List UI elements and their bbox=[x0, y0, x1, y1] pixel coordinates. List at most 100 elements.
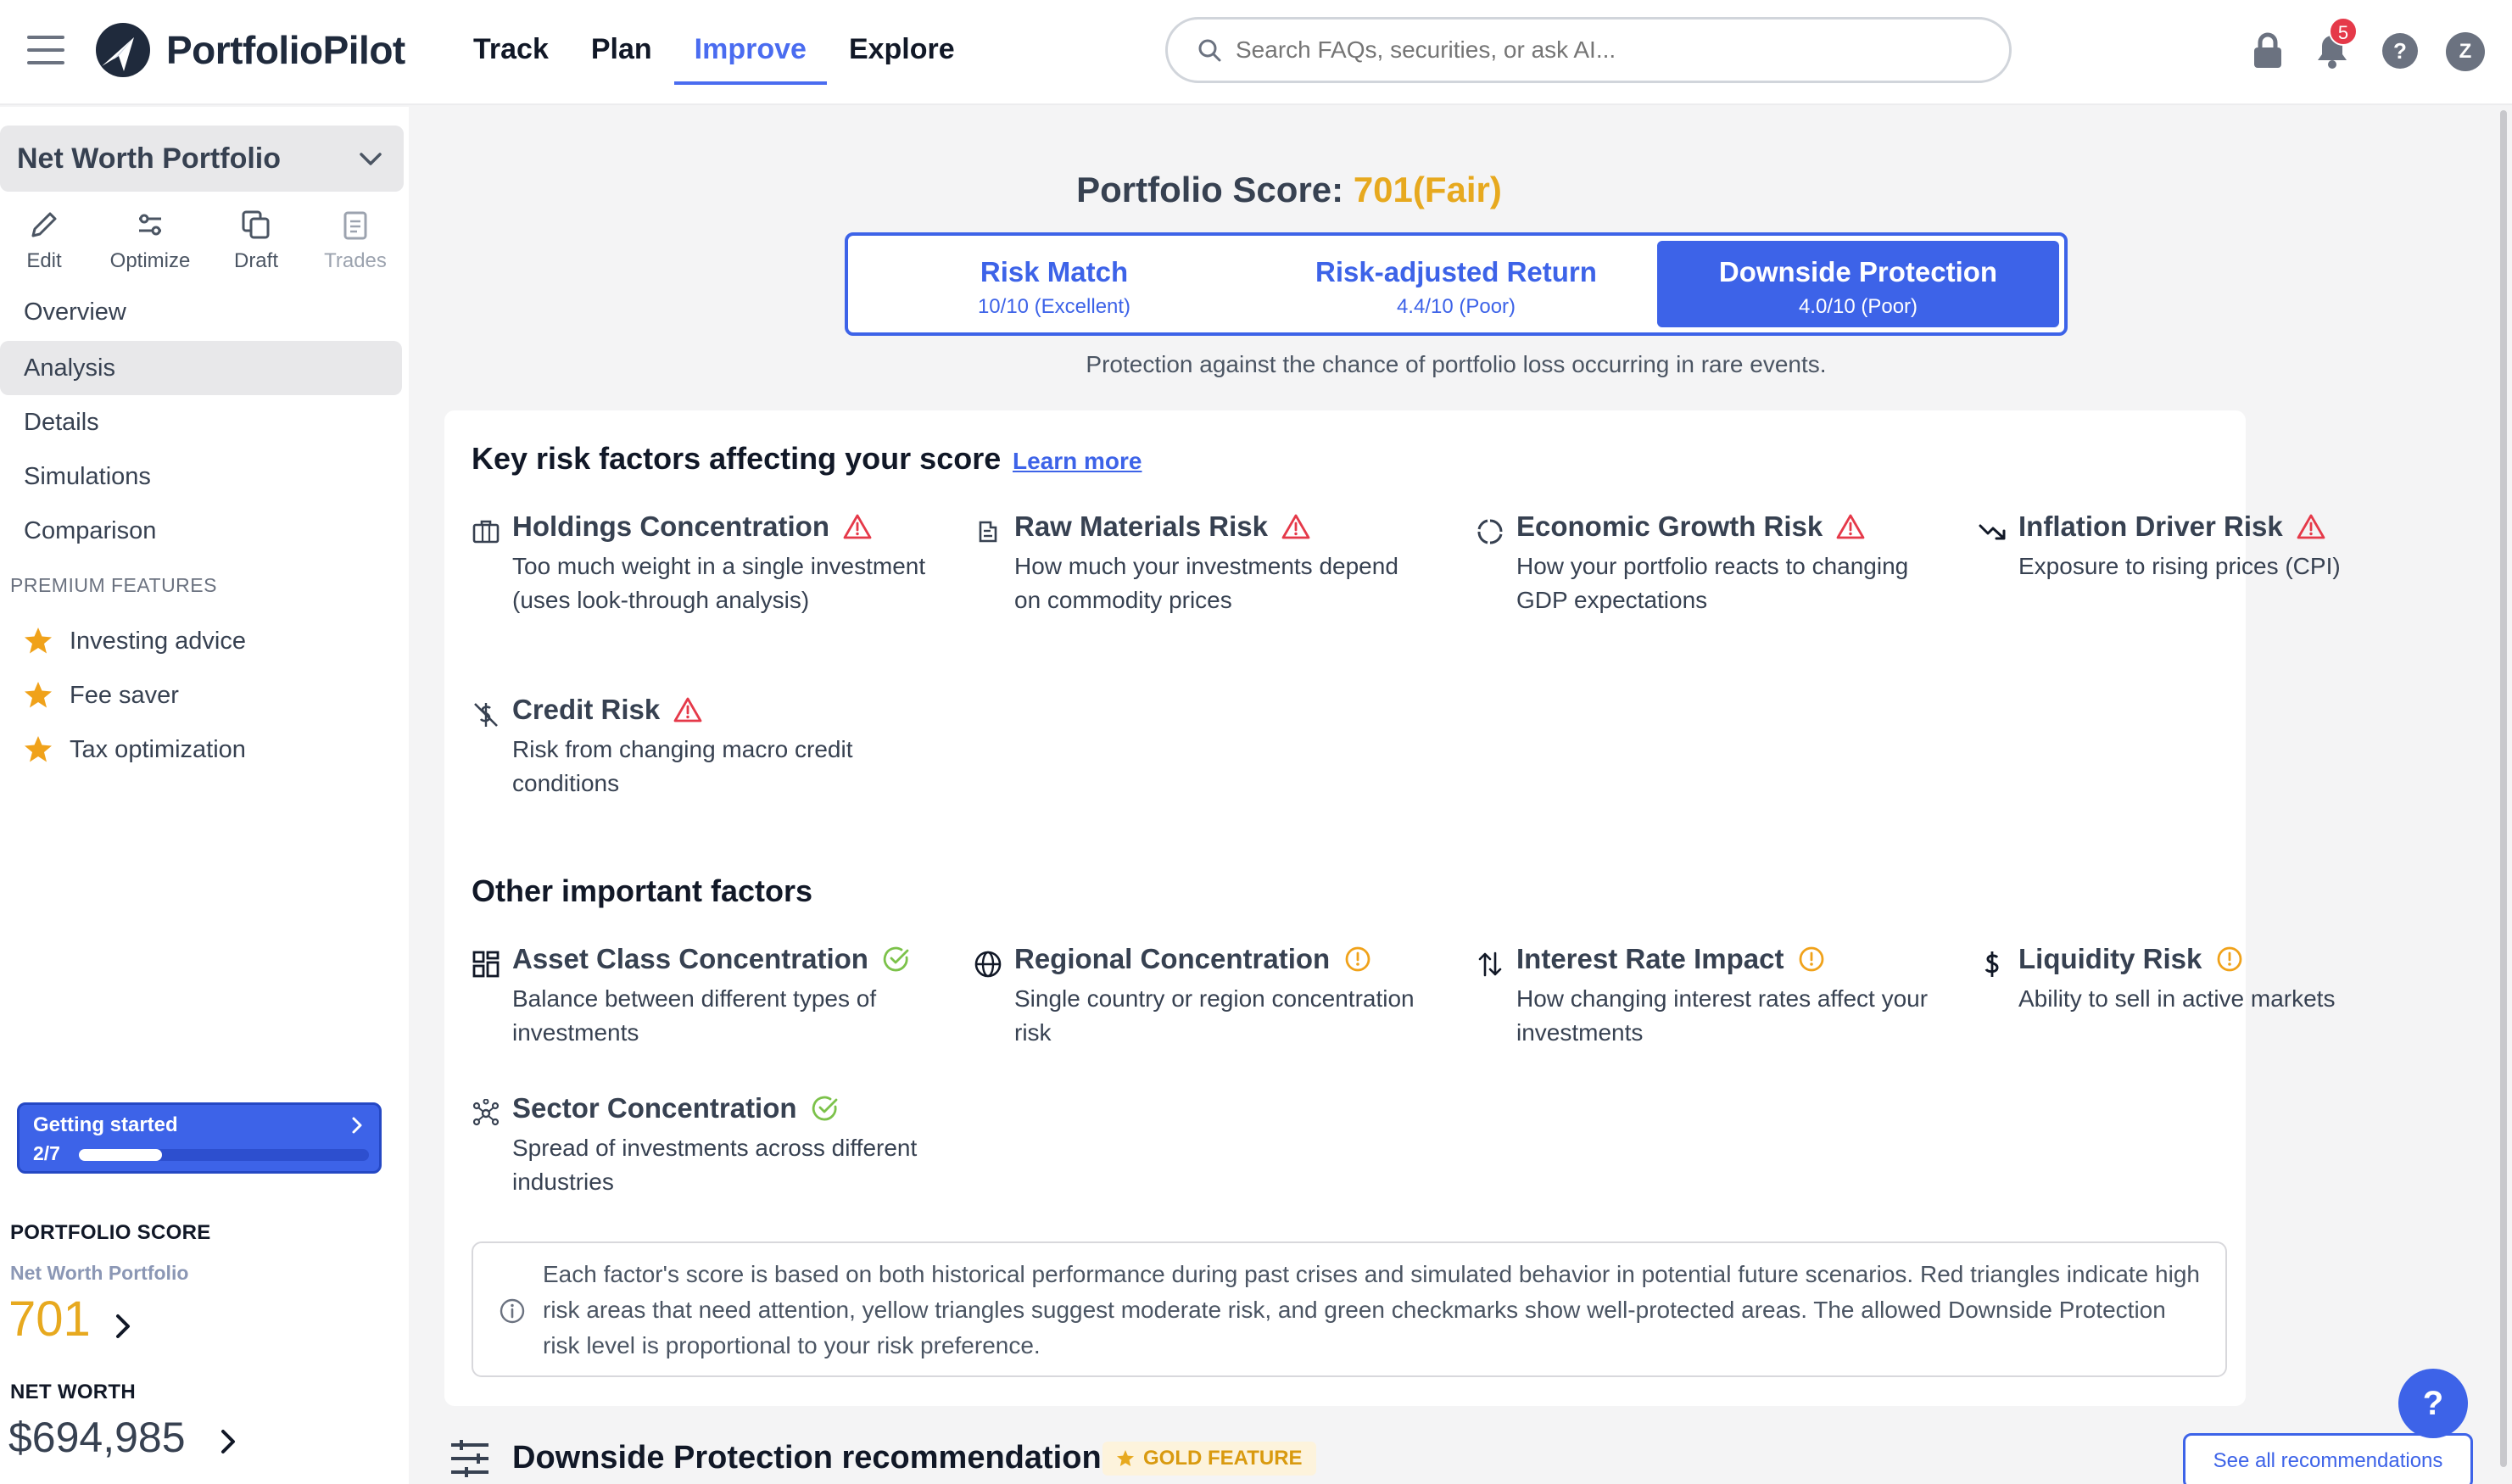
sidebar: Net Worth Portfolio Edit Optimize Draft … bbox=[0, 107, 409, 1484]
brand-logo[interactable]: PortfolioPilot bbox=[95, 22, 405, 78]
chevron-right-icon bbox=[352, 1117, 362, 1134]
sidebar-item-comparison[interactable]: Comparison bbox=[0, 504, 402, 558]
sliders-icon bbox=[139, 214, 161, 236]
copy-icon bbox=[242, 210, 270, 239]
learn-more-link[interactable]: Learn more bbox=[1013, 448, 1142, 475]
gold-feature-badge: GOLD FEATURE bbox=[1102, 1442, 1316, 1476]
tab-title: Risk Match bbox=[980, 256, 1129, 287]
nav-explore[interactable]: Explore bbox=[829, 0, 975, 85]
gold-feature-label: GOLD FEATURE bbox=[1143, 1447, 1303, 1470]
warning-triangle-icon bbox=[1836, 514, 1865, 539]
premium-features-title: PREMIUM FEATURES bbox=[10, 574, 217, 596]
fee-saver-label: Fee saver bbox=[70, 681, 179, 709]
trades-button: Trades bbox=[317, 207, 394, 273]
score-rating: (Fair) bbox=[1412, 170, 1502, 209]
tab-subtitle: 4.0/10 (Poor) bbox=[1798, 295, 1918, 318]
star-icon bbox=[1117, 1450, 1134, 1466]
trend-down-icon bbox=[1979, 524, 2006, 540]
optimize-button[interactable]: Optimize bbox=[102, 207, 198, 273]
nav-improve[interactable]: Improve bbox=[673, 0, 828, 85]
draft-button[interactable]: Draft bbox=[226, 207, 287, 273]
tax-optimization-label: Tax optimization bbox=[70, 735, 246, 763]
star-icon bbox=[25, 682, 52, 708]
tab-subtitle: 10/10 (Excellent) bbox=[977, 295, 1131, 318]
warning-triangle-icon bbox=[2297, 514, 2325, 539]
tab-title: Downside Protection bbox=[1718, 256, 1998, 287]
search-input[interactable] bbox=[1236, 36, 1999, 64]
risk-factors-card: Key risk factors affecting your score Le… bbox=[444, 410, 2341, 1406]
portfolio-score-value[interactable]: 701 bbox=[8, 1291, 91, 1347]
factor-name: Interest Rate Impact bbox=[1516, 943, 1784, 974]
briefcase-icon bbox=[472, 520, 500, 544]
net-worth-value[interactable]: $694,985 bbox=[8, 1413, 186, 1462]
sidebar-item-analysis[interactable]: Analysis bbox=[0, 341, 402, 395]
sidebar-item-tax-optimization[interactable]: Tax optimization bbox=[22, 724, 246, 775]
info-icon bbox=[500, 1298, 525, 1324]
getting-started-progress bbox=[79, 1149, 369, 1161]
avatar[interactable]: Z bbox=[2446, 32, 2485, 71]
menu-icon[interactable] bbox=[27, 36, 64, 66]
net-worth-title: NET WORTH bbox=[10, 1381, 137, 1403]
help-chat-button[interactable]: ? bbox=[2398, 1369, 2468, 1438]
check-circle-icon bbox=[812, 1096, 837, 1121]
factor-name: Asset Class Concentration bbox=[512, 943, 868, 974]
tab-risk-adjusted-return[interactable]: Risk-adjusted Return 4.4/10 (Poor) bbox=[1255, 241, 1657, 327]
no-dollar-icon bbox=[474, 703, 498, 727]
factor-name: Regional Concentration bbox=[1014, 943, 1331, 974]
materials-icon bbox=[979, 521, 997, 543]
draft-label: Draft bbox=[233, 249, 278, 272]
portfolio-name: Net Worth Portfolio bbox=[17, 142, 281, 175]
factor-description: How changing interest rates affect your … bbox=[1516, 985, 1929, 1046]
chevron-right-icon[interactable] bbox=[215, 1426, 241, 1457]
portfolio-tools: Edit Optimize Draft Trades bbox=[0, 207, 409, 280]
factor-name: Raw Materials Risk bbox=[1014, 510, 1268, 542]
factor-name: Liquidity Risk bbox=[2018, 943, 2202, 974]
factor-name: Credit Risk bbox=[512, 694, 661, 725]
star-icon bbox=[25, 628, 52, 654]
factor-description: Ability to sell in active markets bbox=[2018, 985, 2336, 1012]
chevron-down-icon bbox=[360, 153, 382, 165]
alert-circle-icon bbox=[1800, 946, 1824, 972]
optimize-label: Optimize bbox=[109, 249, 191, 272]
tab-risk-match[interactable]: Risk Match 10/10 (Excellent) bbox=[853, 241, 1255, 327]
edit-button[interactable]: Edit bbox=[19, 207, 70, 273]
recommendations-header: Downside Protection recommendations GOLD… bbox=[449, 1425, 2473, 1484]
factor-description: Risk from changing macro credit conditio… bbox=[512, 736, 853, 796]
factor-name: Holdings Concentration bbox=[512, 510, 829, 542]
top-header: PortfolioPilot Track Plan Improve Explor… bbox=[0, 0, 2512, 105]
tab-subtitle: 4.4/10 (Poor) bbox=[1396, 295, 1516, 318]
sidebar-item-fee-saver[interactable]: Fee saver bbox=[22, 670, 179, 721]
warning-triangle-icon bbox=[673, 697, 702, 722]
grid-icon bbox=[472, 951, 500, 978]
factor-name: Economic Growth Risk bbox=[1516, 510, 1823, 542]
factor-description: How much your investments depend on comm… bbox=[1014, 553, 1398, 613]
factor-description: Spread of investments across different i… bbox=[512, 1135, 918, 1195]
warning-triangle-icon bbox=[1281, 514, 1310, 539]
tab-downside-protection[interactable]: Downside Protection 4.0/10 (Poor) bbox=[1657, 241, 2059, 327]
getting-started-count: 2/7 bbox=[33, 1142, 60, 1164]
alert-circle-icon bbox=[1345, 946, 1370, 972]
see-all-recommendations-button[interactable]: See all recommendations bbox=[2183, 1433, 2473, 1484]
portfolio-selector[interactable]: Net Worth Portfolio bbox=[0, 126, 404, 192]
sidebar-item-overview[interactable]: Overview bbox=[0, 285, 402, 339]
getting-started-card[interactable]: Getting started 2/7 bbox=[17, 1102, 382, 1174]
clipboard-icon bbox=[343, 211, 367, 240]
nav-track[interactable]: Track bbox=[453, 0, 569, 85]
chevron-right-icon[interactable] bbox=[110, 1311, 136, 1342]
sidebar-item-details[interactable]: Details bbox=[0, 395, 402, 449]
sidebar-item-investing-advice[interactable]: Investing advice bbox=[22, 616, 246, 667]
search-bar[interactable] bbox=[1165, 17, 2012, 83]
logo-icon bbox=[96, 23, 150, 77]
arrows-updown-icon bbox=[1478, 951, 1502, 977]
svg-text:?: ? bbox=[2393, 38, 2407, 64]
sidebar-item-simulations[interactable]: Simulations bbox=[0, 449, 402, 504]
tab-title: Risk-adjusted Return bbox=[1315, 256, 1597, 287]
lock-icon[interactable] bbox=[2247, 31, 2288, 71]
tab-description: Protection against the chance of portfol… bbox=[1086, 351, 1827, 377]
note-text: Each factor's score is based on both his… bbox=[543, 1261, 2200, 1358]
help-icon[interactable]: ? bbox=[2380, 31, 2420, 71]
portfolio-score-portfolio: Net Worth Portfolio bbox=[10, 1262, 189, 1284]
nav-plan[interactable]: Plan bbox=[571, 0, 673, 85]
scrollbar[interactable] bbox=[2500, 110, 2507, 1467]
getting-started-title: Getting started bbox=[33, 1113, 178, 1136]
